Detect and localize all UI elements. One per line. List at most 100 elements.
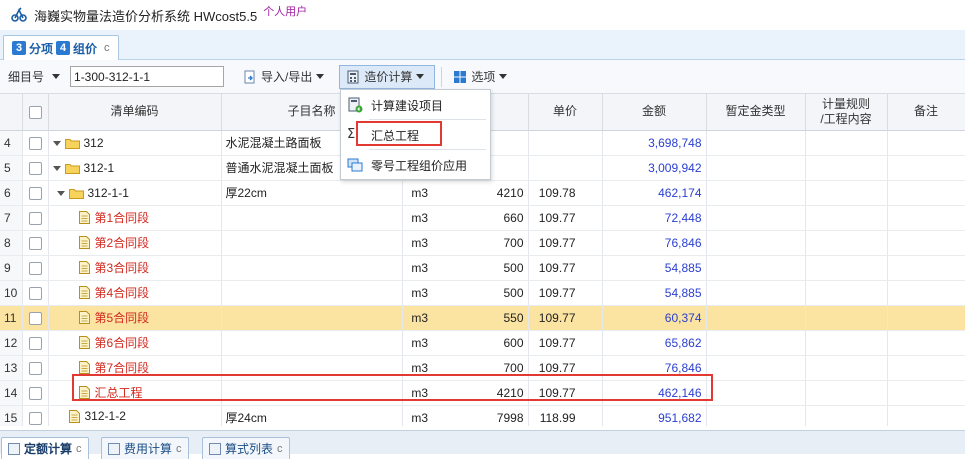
cell-price[interactable]: 109.77 [528, 305, 603, 331]
row-checkbox[interactable] [28, 136, 42, 150]
cell-provisional[interactable] [706, 155, 806, 181]
cell-remark[interactable] [887, 180, 965, 206]
header-select[interactable] [22, 94, 49, 131]
table-row[interactable]: 13 第7合同段 m3 700 109.77 76,846 [0, 355, 965, 381]
row-select[interactable] [22, 405, 49, 426]
cell-provisional[interactable] [706, 280, 806, 306]
select-all-checkbox[interactable] [28, 105, 42, 119]
header-price[interactable]: 单价 [528, 94, 603, 131]
cell-remark[interactable] [887, 255, 965, 281]
cell-code[interactable]: 第3合同段 [48, 255, 222, 281]
menu-item-calc-project[interactable]: 计算建设项目 [341, 91, 490, 119]
cell-qty[interactable]: 4210 [437, 180, 529, 206]
cell-rule[interactable] [805, 230, 888, 256]
header-remark[interactable]: 备注 [887, 94, 965, 131]
cell-amount[interactable]: 951,682 [602, 405, 707, 426]
cell-unit[interactable]: m3 [402, 230, 437, 256]
cell-unit[interactable]: m3 [402, 280, 437, 306]
cell-qty[interactable]: 700 [437, 230, 529, 256]
header-rule[interactable]: 计量规则/工程内容 [805, 94, 888, 131]
menu-item-apply-zero[interactable]: 零号工程组价应用 [341, 151, 490, 179]
row-select[interactable] [22, 255, 49, 281]
row-checkbox[interactable] [28, 361, 42, 375]
cell-name[interactable]: 厚22cm [221, 180, 403, 206]
cell-price[interactable]: 109.78 [528, 180, 603, 206]
row-checkbox[interactable] [28, 161, 42, 175]
tab-formula-list[interactable]: 算式列表 c [202, 437, 290, 459]
row-select[interactable] [22, 155, 49, 181]
cell-qty[interactable]: 660 [437, 205, 529, 231]
cell-price[interactable]: 109.77 [528, 355, 603, 381]
cell-code[interactable]: 312-1 [48, 155, 222, 181]
cell-code[interactable]: 312-1-1 [48, 180, 222, 206]
cell-qty[interactable]: 500 [437, 255, 529, 281]
cell-qty[interactable]: 500 [437, 280, 529, 306]
cell-unit[interactable]: m3 [402, 355, 437, 381]
cell-rule[interactable] [805, 280, 888, 306]
cell-unit[interactable]: m3 [402, 380, 437, 406]
expand-arrow-icon[interactable] [52, 165, 61, 171]
cell-provisional[interactable] [706, 130, 806, 156]
cell-name[interactable] [221, 230, 403, 256]
cell-remark[interactable] [887, 280, 965, 306]
cell-provisional[interactable] [706, 330, 806, 356]
cell-amount[interactable]: 54,885 [602, 280, 707, 306]
row-checkbox[interactable] [28, 286, 42, 300]
cell-amount[interactable]: 76,846 [602, 355, 707, 381]
table-row[interactable]: 7 第1合同段 m3 660 109.77 72,448 [0, 205, 965, 231]
row-checkbox[interactable] [28, 336, 42, 350]
row-select[interactable] [22, 205, 49, 231]
header-amount[interactable]: 金额 [602, 94, 707, 131]
cell-code[interactable]: 312-1-2 [48, 405, 222, 426]
cell-price[interactable]: 118.99 [528, 405, 603, 426]
cell-remark[interactable] [887, 405, 965, 426]
cell-remark[interactable] [887, 130, 965, 156]
cell-qty[interactable]: 4210 [437, 380, 529, 406]
row-select[interactable] [22, 380, 49, 406]
table-row[interactable]: 8 第2合同段 m3 700 109.77 76,846 [0, 230, 965, 256]
cell-qty[interactable]: 7998 [437, 405, 529, 426]
table-row[interactable]: 6 312-1-1 厚22cm m3 4210 109.78 462,174 [0, 180, 965, 206]
tab-refresh-icon[interactable]: c [76, 443, 82, 455]
cell-provisional[interactable] [706, 355, 806, 381]
options-button[interactable]: 选项 [446, 65, 518, 89]
detail-number-input[interactable] [70, 66, 225, 87]
cell-provisional[interactable] [706, 405, 806, 426]
row-select[interactable] [22, 355, 49, 381]
cell-rule[interactable] [805, 130, 888, 156]
table-row[interactable]: 10 第4合同段 m3 500 109.77 54,885 [0, 280, 965, 306]
table-row[interactable]: 15 312-1-2 厚24cm m3 7998 118.99 951,682 [0, 405, 965, 426]
cell-qty[interactable]: 600 [437, 330, 529, 356]
table-row[interactable]: 12 第6合同段 m3 600 109.77 65,862 [0, 330, 965, 356]
cell-rule[interactable] [805, 205, 888, 231]
table-row[interactable]: 11 第5合同段 m3 550 109.77 60,374 [0, 305, 965, 331]
cell-provisional[interactable] [706, 255, 806, 281]
menu-item-summary-project[interactable]: Σ 汇总工程 [341, 121, 490, 149]
cell-amount[interactable]: 462,174 [602, 180, 707, 206]
cell-amount[interactable]: 65,862 [602, 330, 707, 356]
cell-code[interactable]: 第5合同段 [48, 305, 222, 331]
detail-dropdown-icon[interactable] [52, 74, 61, 79]
cell-amount[interactable]: 72,448 [602, 205, 707, 231]
expand-arrow-icon[interactable] [52, 140, 61, 146]
cell-provisional[interactable] [706, 380, 806, 406]
row-checkbox[interactable] [28, 261, 42, 275]
cell-rule[interactable] [805, 355, 888, 381]
cell-rule[interactable] [805, 305, 888, 331]
cell-rule[interactable] [805, 180, 888, 206]
row-select[interactable] [22, 180, 49, 206]
row-checkbox[interactable] [28, 186, 42, 200]
cell-price[interactable] [528, 155, 603, 181]
tab-refresh-icon[interactable]: c [176, 443, 182, 455]
cell-price[interactable]: 109.77 [528, 330, 603, 356]
header-code[interactable]: 清单编码 [48, 94, 222, 131]
cell-rule[interactable] [805, 255, 888, 281]
cell-remark[interactable] [887, 355, 965, 381]
cell-unit[interactable]: m3 [402, 180, 437, 206]
cell-code[interactable]: 第4合同段 [48, 280, 222, 306]
cell-amount[interactable]: 54,885 [602, 255, 707, 281]
row-select[interactable] [22, 305, 49, 331]
cell-remark[interactable] [887, 330, 965, 356]
cell-price[interactable] [528, 130, 603, 156]
row-select[interactable] [22, 130, 49, 156]
